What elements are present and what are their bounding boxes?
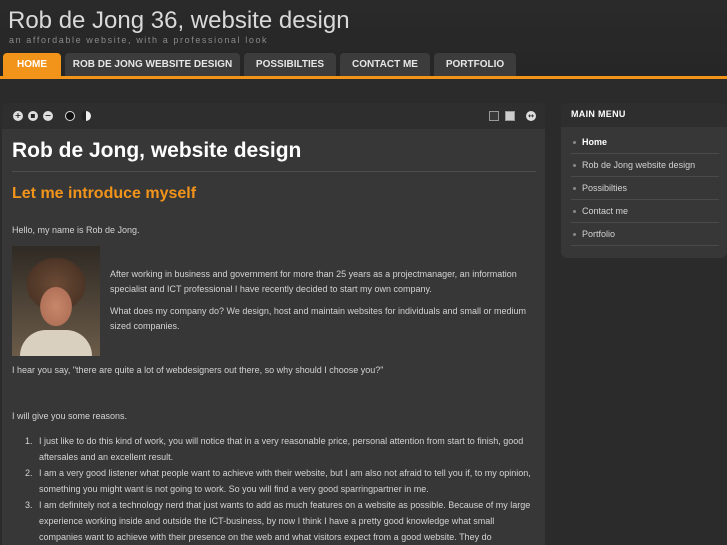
sidebar-item-website-design[interactable]: Rob de Jong website design bbox=[571, 154, 719, 177]
top-navigation: HOME ROB DE JONG WEBSITE DESIGN POSSIBIL… bbox=[0, 53, 727, 78]
reasons-intro: I will give you some reasons. bbox=[12, 411, 128, 421]
page-title: Rob de Jong, website design bbox=[12, 139, 302, 162]
site-header: Rob de Jong 36, website design an afford… bbox=[0, 0, 727, 79]
decrease-font-icon[interactable]: − bbox=[43, 111, 53, 121]
nav-tab-contact[interactable]: CONTACT ME bbox=[340, 53, 430, 76]
nav-accent-line bbox=[0, 76, 727, 79]
sidebar-item-possibilties[interactable]: Possibilties bbox=[571, 177, 719, 200]
site-title[interactable]: Rob de Jong 36, website design bbox=[8, 7, 350, 35]
sidebar-item-home[interactable]: Home bbox=[571, 131, 719, 154]
sidebar-item-contact[interactable]: Contact me bbox=[571, 200, 719, 223]
portrait-photo bbox=[12, 246, 100, 356]
greeting-text: Hello, my name is Rob de Jong. bbox=[12, 225, 140, 235]
increase-font-icon[interactable]: + bbox=[13, 111, 23, 121]
list-item: 2. I am a very good listener what people … bbox=[25, 468, 531, 494]
reasons-list: 1. I just like to do this kind of work, y… bbox=[25, 433, 539, 545]
intro-paragraph: After working in business and government… bbox=[110, 269, 517, 294]
main-content-panel: + ▪ − ↔ Rob de Jong, website design Let … bbox=[2, 103, 545, 545]
sidebar-main-menu: MAIN MENU Home Rob de Jong website desig… bbox=[561, 103, 727, 258]
question-paragraph: I hear you say, "there are quite a lot o… bbox=[12, 365, 384, 375]
article: Rob de Jong, website design Let me intro… bbox=[12, 139, 536, 542]
nav-tab-website-design[interactable]: ROB DE JONG WEBSITE DESIGN bbox=[65, 53, 240, 76]
dark-theme-icon[interactable] bbox=[65, 111, 75, 121]
company-paragraph: What does my company do? We design, host… bbox=[110, 306, 527, 331]
site-tagline: an affordable website, with a profession… bbox=[9, 35, 269, 45]
intro-heading: Let me introduce myself bbox=[12, 185, 197, 202]
wide-layout-icon[interactable] bbox=[505, 111, 515, 121]
sidebar-item-portfolio[interactable]: Portfolio bbox=[571, 223, 719, 246]
reset-font-icon[interactable]: ▪ bbox=[28, 111, 38, 121]
content-toolbar: + ▪ − ↔ bbox=[2, 103, 545, 129]
narrow-layout-icon[interactable] bbox=[489, 111, 499, 121]
list-item: 3. I am definitely not a technology nerd … bbox=[25, 500, 531, 542]
nav-tab-portfolio[interactable]: PORTFOLIO bbox=[434, 53, 516, 76]
nav-tab-possibilties[interactable]: POSSIBILTIES bbox=[244, 53, 336, 76]
title-divider bbox=[12, 171, 536, 172]
light-theme-icon[interactable] bbox=[81, 111, 91, 121]
expand-icon[interactable]: ↔ bbox=[526, 111, 536, 121]
sidebar-title: MAIN MENU bbox=[571, 109, 626, 119]
list-item: 1. I just like to do this kind of work, y… bbox=[25, 436, 524, 462]
nav-tab-home[interactable]: HOME bbox=[3, 53, 61, 76]
